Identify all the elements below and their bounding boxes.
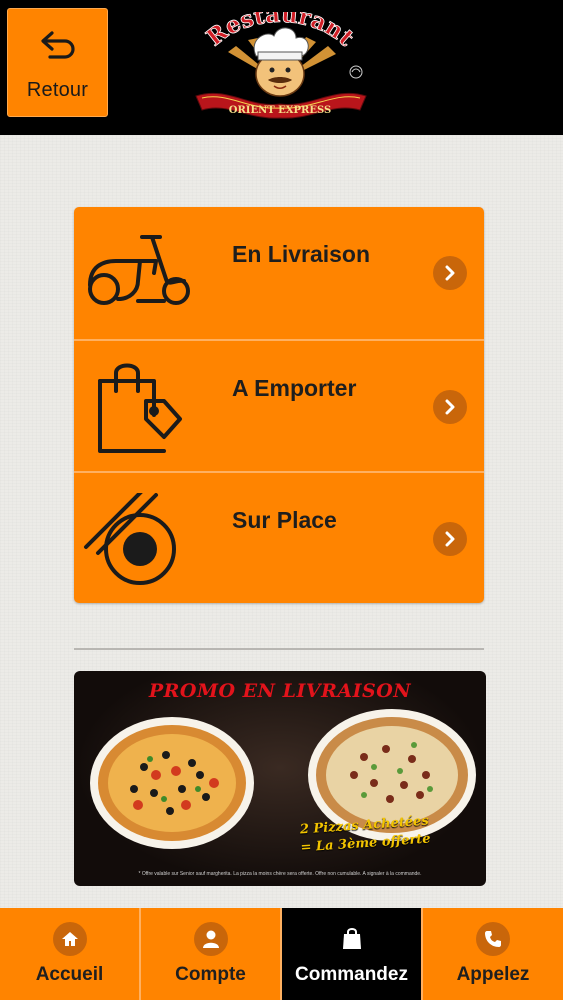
back-label: Retour	[26, 79, 89, 101]
bottom-nav: Accueil Compte Commandez Appelez	[0, 908, 563, 1000]
scooter-icon	[88, 235, 190, 305]
back-arrow-icon	[40, 31, 75, 59]
home-icon	[52, 922, 87, 956]
menu-item-label: A Emporter	[232, 375, 357, 401]
bowl-chopsticks-icon	[84, 493, 176, 585]
nav-tab-accueil[interactable]: Accueil	[0, 908, 139, 1000]
order-mode-menu: En Livraison A Emporter Sur Place	[74, 207, 484, 603]
pizza-images	[90, 709, 476, 849]
promo-banner[interactable]: PROMO EN LIVRAISON 2 Pizzas Achetées = L…	[74, 671, 486, 886]
nav-label: Compte	[175, 964, 246, 985]
restaurant-logo: ORIENT EXPRESS Restaurant	[195, 12, 367, 119]
phone-icon	[476, 922, 510, 956]
menu-item-emporter[interactable]: A Emporter	[74, 339, 484, 471]
menu-item-sur-place[interactable]: Sur Place	[74, 471, 484, 603]
nav-label: Accueil	[35, 964, 104, 985]
shopping-bag-icon	[335, 922, 369, 956]
shopping-bag-tag-icon	[98, 363, 182, 453]
promo-fine-print: * Offre valable sur Senior sauf margheri…	[138, 871, 422, 877]
menu-item-label: Sur Place	[232, 507, 337, 533]
menu-item-livraison[interactable]: En Livraison	[74, 207, 484, 339]
nav-tab-commandez[interactable]: Commandez	[282, 908, 421, 1000]
divider	[74, 648, 484, 650]
back-button[interactable]: Retour	[7, 8, 108, 117]
user-icon	[193, 922, 228, 956]
chevron-right-icon[interactable]	[433, 390, 467, 424]
logo-banner-text: ORIENT EXPRESS	[229, 105, 331, 116]
menu-item-label: En Livraison	[232, 241, 371, 267]
chevron-right-icon[interactable]	[433, 256, 467, 290]
nav-label: Appelez	[456, 964, 530, 985]
nav-tab-compte[interactable]: Compte	[141, 908, 280, 1000]
nav-tab-appelez[interactable]: Appelez	[423, 908, 563, 1000]
app-header: Retour ORIENT EXPRESS Restaurant	[0, 0, 563, 135]
chevron-right-icon[interactable]	[433, 522, 467, 556]
nav-label: Commandez	[295, 964, 408, 985]
